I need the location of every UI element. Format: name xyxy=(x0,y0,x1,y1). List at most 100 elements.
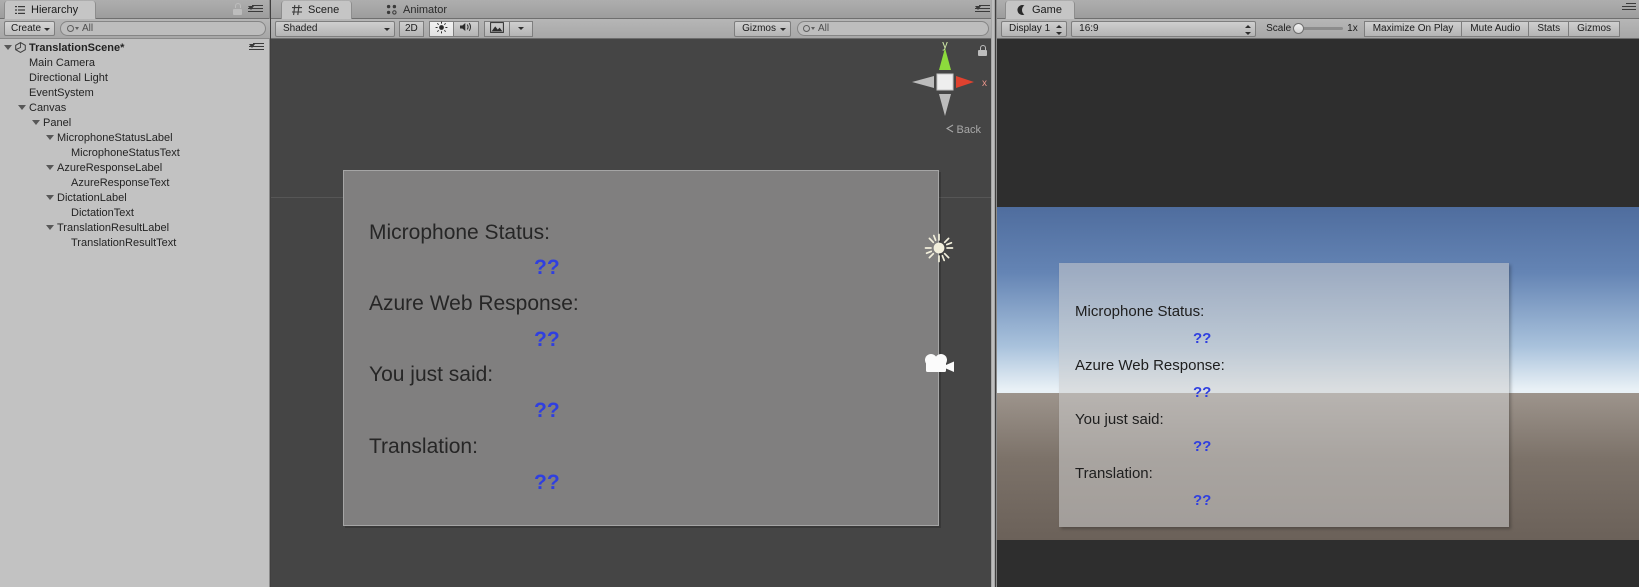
scene-game-splitter[interactable] xyxy=(991,0,995,587)
hierarchy-item-panel[interactable]: Panel xyxy=(0,115,270,130)
hierarchy-item-label: EventSystem xyxy=(29,86,94,99)
game-panel-value: ?? xyxy=(1193,384,1212,401)
hierarchy-scene-root[interactable]: TranslationScene* xyxy=(0,40,270,55)
chevron-down-icon[interactable] xyxy=(46,195,54,200)
hierarchy-item-main camera[interactable]: Main Camera xyxy=(0,55,270,70)
game-viewport[interactable]: Microphone Status:?? Azure Web Response:?… xyxy=(997,40,1639,587)
scene-view-orientation-label[interactable]: Back xyxy=(945,124,981,136)
hierarchy-item-dictationtext[interactable]: DictationText xyxy=(0,205,270,220)
hierarchy-search-value: All xyxy=(82,23,94,34)
hierarchy-panel-menu-icon[interactable] xyxy=(248,5,263,14)
maximize-on-play-toggle[interactable]: Maximize On Play xyxy=(1363,20,1463,37)
hierarchy-item-microphonestatustext[interactable]: MicrophoneStatusText xyxy=(0,145,270,160)
hierarchy-item-label: DictationLabel xyxy=(57,191,127,204)
hierarchy-item-azureresponsetext[interactable]: AzureResponseText xyxy=(0,175,270,190)
game-panel-label: Translation: xyxy=(1075,465,1153,482)
chevron-down-icon[interactable] xyxy=(4,45,12,50)
hierarchy-item-label: TranslationResultLabel xyxy=(57,221,170,234)
tab-game-label: Game xyxy=(1032,4,1062,16)
game-view-panel: Game Display 1 16:9 Scale 1x Maximize On… xyxy=(996,0,1639,587)
chevron-updown-icon xyxy=(1056,24,1063,35)
scene-panel-value: ?? xyxy=(534,256,560,279)
game-panel-value: ?? xyxy=(1193,492,1212,509)
scene-toolbar: Shaded 2D Gizmos All xyxy=(271,19,995,39)
create-button[interactable]: Create xyxy=(4,21,56,36)
hierarchy-icon xyxy=(14,4,26,16)
game-toolbar: Display 1 16:9 Scale 1x Maximize On Play… xyxy=(997,19,1639,39)
hierarchy-item-eventsystem[interactable]: EventSystem xyxy=(0,85,270,100)
mute-audio-toggle[interactable]: Mute Audio xyxy=(1461,20,1530,37)
scale-slider-group[interactable]: Scale 1x xyxy=(1260,21,1364,37)
hierarchy-item-label: MicrophoneStatusLabel xyxy=(57,131,173,144)
search-icon xyxy=(67,25,75,32)
gizmos-dropdown-label: Gizmos xyxy=(742,23,776,34)
stats-label: Stats xyxy=(1537,23,1561,34)
scene-panel-label: Translation: xyxy=(369,435,478,458)
game-panel-label: You just said: xyxy=(1075,411,1164,428)
hierarchy-item-directional light[interactable]: Directional Light xyxy=(0,70,270,85)
scene-viewport[interactable]: Microphone Status:?? Azure Web Response:?… xyxy=(271,40,995,587)
scene-effects-dropdown[interactable] xyxy=(508,20,533,37)
display-dropdown[interactable]: Display 1 xyxy=(1001,20,1068,37)
scene-panel-value: ?? xyxy=(534,399,560,422)
tab-scene[interactable]: Scene xyxy=(281,1,353,19)
tab-game[interactable]: Game xyxy=(1005,1,1075,19)
tab-animator[interactable]: Animator xyxy=(376,1,460,19)
directional-light-gizmo-icon[interactable] xyxy=(924,233,954,263)
game-panel-value: ?? xyxy=(1193,438,1212,455)
toggle-2d-button[interactable]: 2D xyxy=(399,20,424,37)
shading-mode-dropdown[interactable]: Shaded xyxy=(275,20,395,37)
scene-orientation-text: Back xyxy=(956,124,981,136)
svg-text:x: x xyxy=(982,78,987,89)
tab-hierarchy[interactable]: Hierarchy xyxy=(4,1,96,19)
display-dropdown-label: Display 1 xyxy=(1009,23,1051,34)
scale-slider-knob[interactable] xyxy=(1293,23,1305,34)
chevron-down-icon[interactable] xyxy=(18,105,26,110)
scene-effects-toggle[interactable] xyxy=(483,20,510,37)
chevron-down-icon[interactable] xyxy=(46,165,54,170)
chevron-down-icon[interactable] xyxy=(46,135,54,140)
scale-value: 1x xyxy=(1347,23,1358,34)
tab-scene-label: Scene xyxy=(308,4,340,16)
scene-tabbar: Scene Animator xyxy=(271,0,995,19)
hierarchy-scene-root-label: TranslationScene* xyxy=(29,41,125,54)
speaker-icon xyxy=(459,21,473,36)
chevron-left-icon xyxy=(945,124,955,136)
stats-toggle[interactable]: Stats xyxy=(1528,20,1570,37)
hierarchy-item-label: Panel xyxy=(43,116,72,129)
hierarchy-item-label: Main Camera xyxy=(29,56,96,69)
scene-lighting-toggle[interactable] xyxy=(428,20,454,37)
chevron-down-icon[interactable] xyxy=(46,225,54,230)
scene-search-input[interactable]: All xyxy=(797,21,989,36)
hierarchy-item-translationresulttext[interactable]: TranslationResultText xyxy=(0,235,270,250)
hierarchy-toolbar: Create All xyxy=(0,19,270,39)
mute-audio-label: Mute Audio xyxy=(1470,23,1521,34)
game-panel-label: Microphone Status: xyxy=(1075,303,1205,320)
chevron-updown-icon xyxy=(1245,24,1252,35)
scene-ui-panel[interactable]: Microphone Status:?? Azure Web Response:?… xyxy=(343,170,939,526)
hierarchy-item-microphonestatuslabel[interactable]: MicrophoneStatusLabel xyxy=(0,130,270,145)
tab-hierarchy-label: Hierarchy xyxy=(31,4,79,16)
unity-editor-window: Hierarchy Create All TranslationScene* M… xyxy=(0,0,1639,587)
chevron-down-icon[interactable] xyxy=(32,120,40,125)
game-gizmos-dropdown[interactable]: Gizmos xyxy=(1568,20,1621,37)
main-camera-gizmo-icon[interactable] xyxy=(923,351,957,377)
search-icon xyxy=(803,25,810,32)
lock-icon[interactable] xyxy=(233,3,243,15)
game-panel-menu-icon[interactable] xyxy=(1622,3,1636,12)
hierarchy-item-dictationlabel[interactable]: DictationLabel xyxy=(0,190,270,205)
scene-lock-icon[interactable] xyxy=(978,45,987,56)
hierarchy-search-input[interactable]: All xyxy=(60,21,266,36)
hierarchy-item-label: MicrophoneStatusText xyxy=(71,146,180,159)
hierarchy-item-label: Directional Light xyxy=(29,71,108,84)
scene-view-panel: Scene Animator Shaded 2D Gizmos All Micr… xyxy=(271,0,995,587)
scene-panel-menu-icon[interactable] xyxy=(975,5,990,14)
hierarchy-item-translationresultlabel[interactable]: TranslationResultLabel xyxy=(0,220,270,235)
aspect-ratio-dropdown[interactable]: 16:9 xyxy=(1071,20,1257,37)
gizmos-dropdown[interactable]: Gizmos xyxy=(734,20,791,37)
hierarchy-item-canvas[interactable]: Canvas xyxy=(0,100,270,115)
hierarchy-item-azureresponselabel[interactable]: AzureResponseLabel xyxy=(0,160,270,175)
scale-slider[interactable] xyxy=(1293,23,1344,34)
scene-context-menu-icon[interactable] xyxy=(249,43,264,52)
scene-audio-toggle[interactable] xyxy=(452,20,479,37)
